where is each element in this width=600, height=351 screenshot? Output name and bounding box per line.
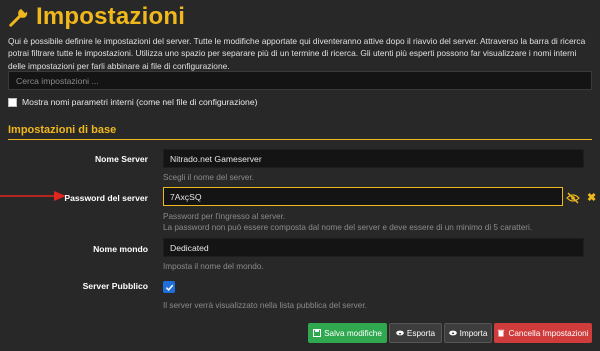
password-label: Password del server bbox=[64, 193, 148, 203]
page-header: Impostazioni bbox=[8, 3, 185, 31]
save-button[interactable]: Salva modifiche bbox=[308, 323, 387, 343]
page-title: Impostazioni bbox=[36, 3, 186, 30]
floppy-icon bbox=[313, 329, 322, 337]
import-button-label: Importa bbox=[459, 328, 488, 338]
show-internal-names-label: Mostra nomi parametri interni (come nel … bbox=[22, 97, 258, 107]
import-button[interactable]: Importa bbox=[444, 323, 492, 343]
check-icon bbox=[165, 284, 173, 291]
public-server-label: Server Pubblico bbox=[82, 281, 148, 291]
world-name-help: Imposta il nome del mondo. bbox=[163, 262, 264, 271]
world-name-input[interactable] bbox=[163, 238, 584, 257]
eye-slash-icon[interactable] bbox=[566, 192, 580, 204]
password-help-1: Password per l'ingresso al server. bbox=[163, 212, 286, 221]
show-internal-names-checkbox[interactable] bbox=[8, 97, 17, 107]
section-divider bbox=[8, 139, 592, 140]
trash-icon bbox=[498, 329, 505, 337]
search-input[interactable] bbox=[8, 71, 592, 90]
wrench-icon bbox=[9, 6, 29, 27]
server-name-input[interactable] bbox=[163, 149, 584, 168]
public-server-help: Il server verrà visualizzato nella lista… bbox=[163, 301, 367, 310]
intro-text: Qui è possibile definire le impostazioni… bbox=[8, 36, 586, 71]
show-internal-names-toggle[interactable]: Mostra nomi parametri interni (come nel … bbox=[8, 97, 257, 107]
password-input[interactable] bbox=[163, 187, 563, 206]
server-name-label: Nome Server bbox=[94, 154, 148, 164]
world-name-label: Nome mondo bbox=[93, 244, 148, 254]
password-help-2: La password non può essere composta dal … bbox=[163, 223, 533, 232]
close-icon[interactable]: ✖ bbox=[587, 192, 596, 204]
delete-settings-button-label: Cancella Impostazioni bbox=[508, 328, 589, 338]
cloud-upload-icon bbox=[448, 330, 457, 336]
public-server-checkbox[interactable] bbox=[163, 281, 175, 293]
server-name-help: Scegli il nome del server. bbox=[163, 173, 255, 182]
delete-settings-button[interactable]: Cancella Impostazioni bbox=[494, 323, 592, 343]
save-button-label: Salva modifiche bbox=[324, 328, 382, 338]
cloud-download-icon bbox=[396, 330, 404, 336]
export-button-label: Esporta bbox=[406, 328, 436, 338]
export-button[interactable]: Esporta bbox=[389, 323, 442, 343]
section-title: Impostazioni di base bbox=[8, 124, 117, 136]
